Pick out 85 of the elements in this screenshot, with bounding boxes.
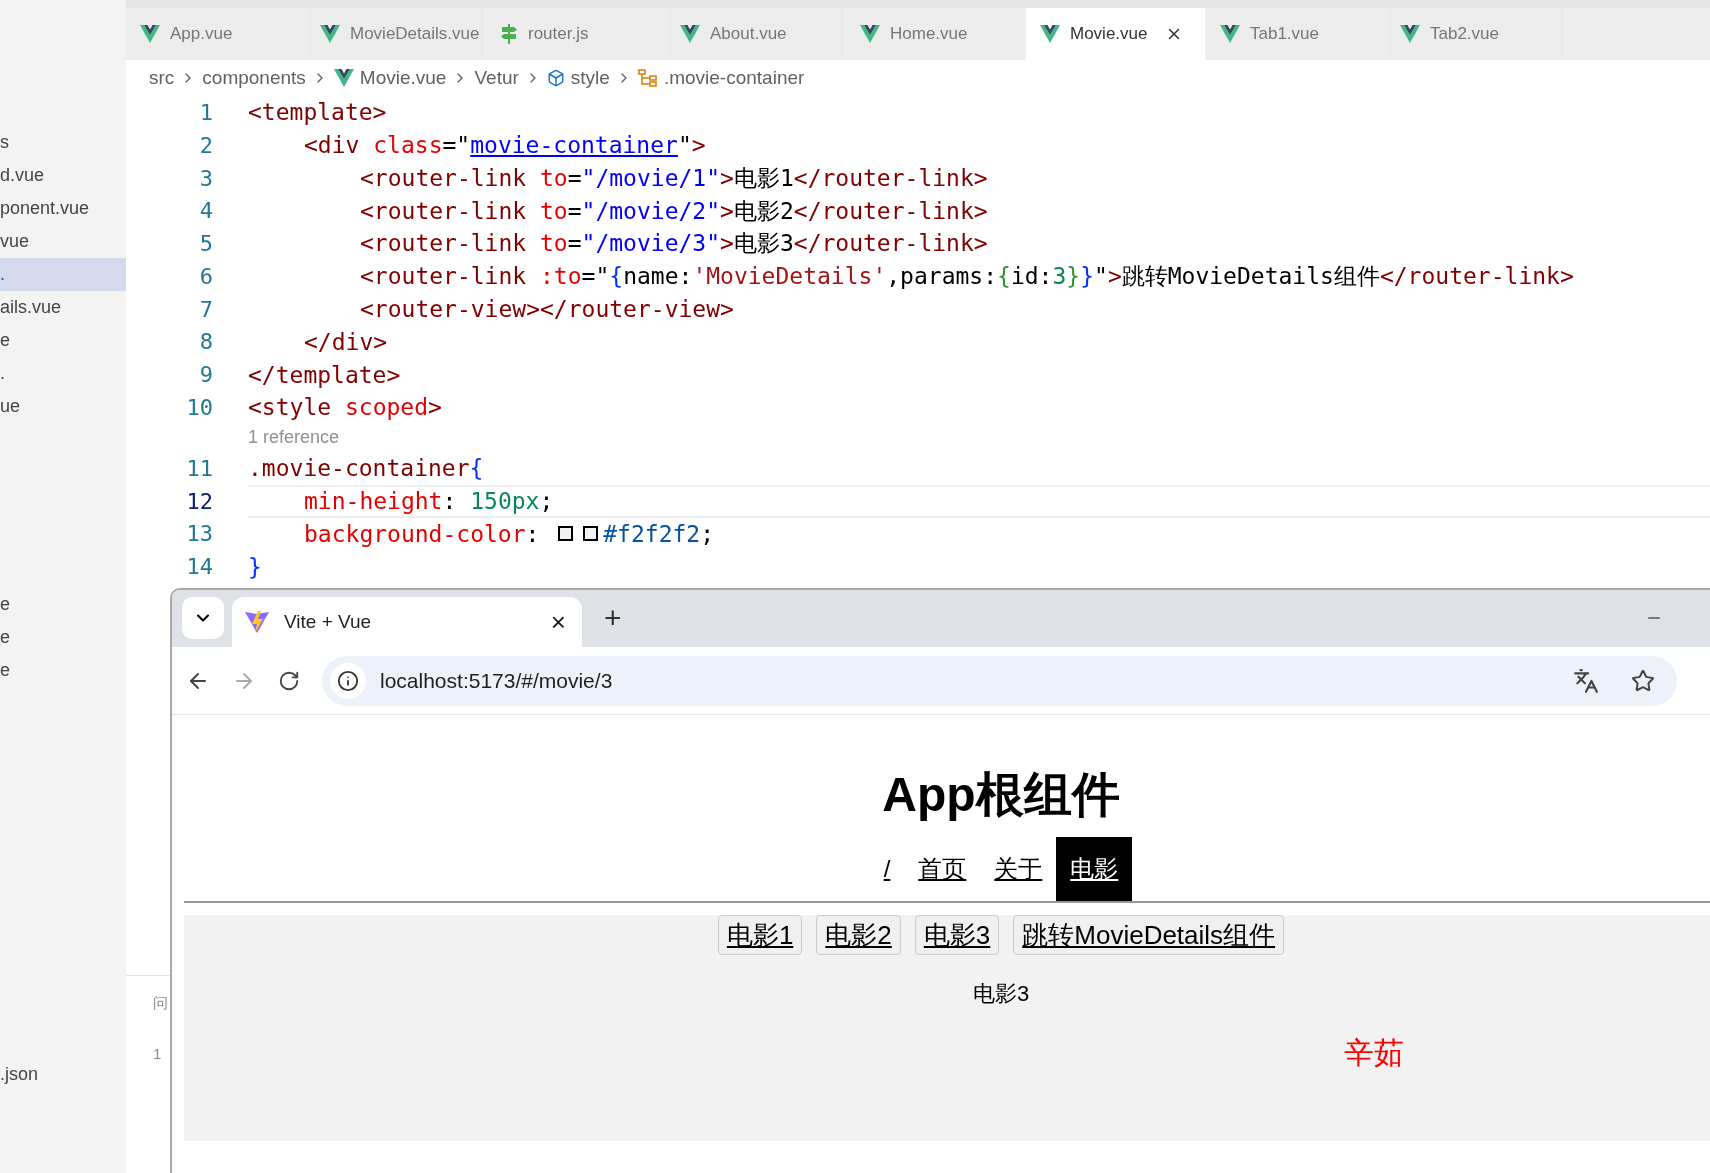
file-item[interactable]: . — [0, 258, 126, 291]
translate-icon[interactable] — [1573, 667, 1599, 694]
color-swatch[interactable] — [558, 526, 574, 542]
tab-list-button[interactable] — [182, 597, 224, 639]
file-item[interactable]: . — [0, 357, 126, 390]
address-bar[interactable]: localhost:5173/#/movie/3 — [322, 655, 1677, 706]
file-item[interactable]: d.vue — [0, 159, 126, 192]
line-number: 14 — [185, 553, 213, 582]
line-number: 12 — [185, 487, 213, 516]
color-swatch[interactable] — [583, 526, 599, 542]
code-line: background-color: #f2f2f2; — [303, 519, 716, 549]
vue-logo-icon — [140, 25, 160, 43]
vue-logo-icon — [680, 25, 700, 43]
line-number: 6 — [198, 262, 213, 291]
line-number: 9 — [198, 361, 213, 390]
page-heading: App根组件 — [882, 771, 1120, 819]
line-number: 8 — [198, 328, 213, 357]
line-number: 11 — [185, 454, 213, 483]
editor-tab[interactable]: Movie.vue — [1026, 8, 1206, 60]
file-item[interactable]: vue — [0, 225, 126, 258]
code-line: .movie-container{ — [248, 454, 485, 484]
movie-link[interactable]: 跳转MovieDetails组件 — [1013, 915, 1285, 955]
browser-tab[interactable]: Vite + Vue × — [232, 597, 582, 647]
hierarchy-icon — [637, 69, 658, 87]
vue-logo-icon — [320, 25, 340, 43]
code-line: <router-view></router-view> — [359, 294, 735, 324]
breadcrumb-item[interactable]: components — [202, 63, 306, 93]
file-item[interactable]: e — [0, 588, 126, 621]
vue-logo-icon — [1400, 25, 1420, 43]
line-number: 7 — [198, 295, 213, 324]
file-item[interactable]: .json — [0, 1058, 126, 1091]
info-icon[interactable] — [337, 669, 359, 692]
file-item[interactable]: ponent.vue — [0, 192, 126, 225]
nav-link[interactable]: / — [869, 837, 905, 901]
breadcrumb-item[interactable]: Movie.vue — [359, 63, 447, 93]
nav-link[interactable]: 关于 — [980, 837, 1057, 901]
code-line: min-height: 150px; — [248, 484, 1710, 518]
file-item[interactable]: s — [0, 126, 126, 159]
line-number: 10 — [185, 394, 213, 423]
code-line: </template> — [248, 360, 402, 390]
breadcrumb-item[interactable]: Vetur — [474, 63, 519, 93]
movie-link[interactable]: 电影1 — [717, 915, 803, 955]
code-line: } — [248, 552, 263, 582]
new-tab-button[interactable]: + — [604, 603, 622, 633]
movie-link[interactable]: 电影3 — [914, 915, 1000, 955]
panel-tab[interactable]: 问 — [153, 992, 168, 1015]
breadcrumb-item[interactable]: style — [570, 63, 610, 93]
code-line: <router-link to="/movie/2">电影2</router-link> — [359, 196, 989, 226]
terminal-text: 1 — [153, 1043, 162, 1064]
signpost-icon — [500, 24, 518, 44]
vue-logo-icon — [1220, 25, 1240, 43]
line-number: 2 — [198, 131, 213, 160]
file-item[interactable]: ails.vue — [0, 291, 126, 324]
code-line: </div> — [303, 327, 389, 357]
url-text: localhost:5173/#/movie/3 — [380, 667, 614, 694]
line-number: 4 — [198, 197, 213, 226]
vite-logo-icon — [244, 610, 270, 634]
vue-logo-icon — [860, 25, 880, 43]
vue-logo-icon — [333, 69, 354, 87]
breadcrumb-item[interactable]: .movie-container — [663, 63, 805, 93]
line-number: 13 — [185, 520, 213, 549]
code-line: <router-link :to="{name:'MovieDetails',params:{id:3}}">跳转MovieDetails组件</router-link> — [359, 262, 1575, 292]
line-number: 3 — [198, 164, 213, 193]
movie-link[interactable]: 电影2 — [816, 915, 901, 955]
breadcrumb-item[interactable]: src — [149, 63, 175, 93]
code-line: <div class="movie-container"> — [303, 130, 707, 160]
code-line: <router-link to="/movie/1">电影1</router-link> — [359, 163, 989, 193]
code-line: <template> — [248, 98, 388, 128]
file-item[interactable]: e — [0, 324, 126, 357]
code-line: <router-link to="/movie/3">电影3</router-link> — [359, 229, 989, 259]
cube-icon — [546, 69, 565, 87]
reload-icon[interactable] — [278, 669, 300, 692]
code-line: <style scoped> — [248, 393, 443, 423]
line-number: 5 — [198, 230, 213, 259]
file-item[interactable]: e — [0, 621, 126, 654]
vue-logo-icon — [1040, 25, 1060, 43]
name-text: 辛茹 — [1344, 1035, 1404, 1071]
star-icon[interactable] — [1631, 668, 1655, 693]
close-icon[interactable]: × — [550, 609, 566, 635]
line-number: 1 — [198, 98, 213, 127]
route-content: 电影3 — [972, 980, 1030, 1008]
nav-link[interactable]: 电影 — [1056, 837, 1133, 901]
file-item[interactable]: e — [0, 654, 126, 687]
file-item[interactable]: ue — [0, 390, 126, 423]
nav-link[interactable]: 首页 — [904, 837, 981, 901]
